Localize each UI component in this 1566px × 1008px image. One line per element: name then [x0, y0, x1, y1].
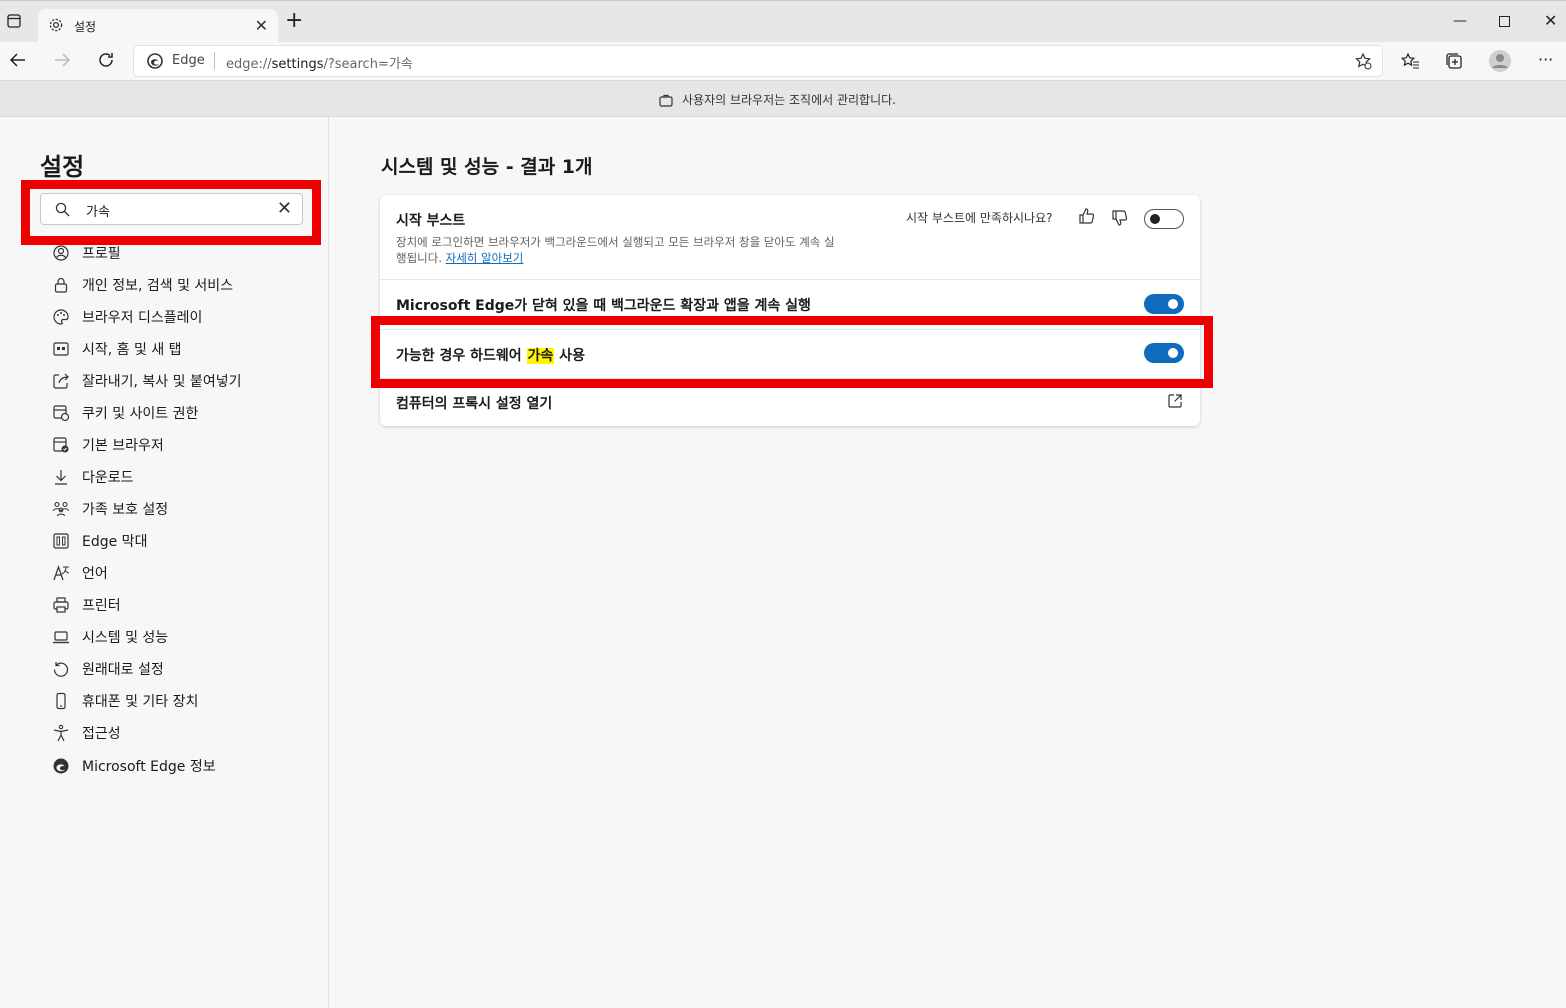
- briefcase-icon: [659, 92, 673, 111]
- sidebar-item-default-browser[interactable]: 기본 브라우저: [52, 433, 312, 457]
- sidebar-item-family[interactable]: 가족 보호 설정: [52, 497, 312, 521]
- thumbs-up-icon[interactable]: [1078, 207, 1096, 229]
- sidebar-item-label: 접근성: [82, 726, 121, 742]
- sidebar-item-label: 가족 보호 설정: [82, 502, 169, 518]
- default-browser-icon: [53, 437, 69, 453]
- edge-bar-icon: [53, 533, 69, 549]
- laptop-icon: [53, 631, 69, 644]
- palette-icon: [53, 309, 69, 325]
- sidebar-item-about[interactable]: Microsoft Edge 정보: [52, 754, 312, 778]
- sidebar-item-label: 시작, 홈 및 새 탭: [82, 342, 182, 358]
- sidebar-item-profile[interactable]: 프로필: [52, 241, 312, 265]
- sidebar-item-edge-bar[interactable]: Edge 막대: [52, 529, 312, 553]
- back-icon[interactable]: [8, 50, 28, 74]
- edge-logo-icon: [147, 53, 163, 73]
- profile-avatar-icon[interactable]: [1488, 49, 1512, 77]
- startup-boost-row: 시작 부스트 장치에 로그인하면 브라우저가 백그라운드에서 실행되고 모든 브…: [380, 195, 1200, 279]
- search-highlight-box: [21, 180, 321, 245]
- managed-notice: 사용자의 브라우저는 조직에서 관리합니다.: [682, 93, 896, 107]
- settings-card: 시작 부스트 장치에 로그인하면 브라우저가 백그라운드에서 실행되고 모든 브…: [380, 195, 1200, 426]
- proxy-label: 컴퓨터의 프록시 설정 열기: [396, 396, 553, 412]
- sidebar-item-label: Edge 막대: [82, 534, 148, 550]
- sidebar-item-label: 개인 정보, 검색 및 서비스: [82, 278, 234, 294]
- cookie-icon: [53, 405, 70, 422]
- sidebar-item-label: Microsoft Edge 정보: [82, 759, 216, 775]
- sidebar-item-start-home[interactable]: 시작, 홈 및 새 탭: [52, 337, 312, 361]
- share-icon: [53, 373, 69, 389]
- language-icon: [53, 565, 70, 581]
- sidebar-item-accessibility[interactable]: 접근성: [52, 721, 312, 745]
- sidebar-item-label: 쿠키 및 사이트 권한: [82, 406, 199, 422]
- reset-icon: [53, 662, 69, 677]
- accessibility-icon: [53, 724, 69, 742]
- edge-logo-icon: [53, 758, 69, 774]
- feedback-prompt: 시작 부스트에 만족하시나요?: [906, 211, 1053, 225]
- window-close-icon[interactable]: ✕: [1544, 11, 1557, 30]
- start-icon: [53, 342, 69, 356]
- address-divider: [214, 52, 215, 70]
- sidebar-item-reset[interactable]: 원래대로 설정: [52, 657, 312, 681]
- sidebar-item-label: 브라우저 디스플레이: [82, 310, 203, 326]
- lock-icon: [54, 277, 68, 293]
- sidebar-item-downloads[interactable]: 다운로드: [52, 465, 312, 489]
- sidebar-item-label: 휴대폰 및 기타 장치: [82, 694, 199, 710]
- sidebar-item-label: 잘라내기, 복사 및 붙여넣기: [82, 374, 242, 390]
- collections-icon[interactable]: [1444, 51, 1464, 75]
- phone-icon: [56, 692, 66, 710]
- favorites-icon[interactable]: [1400, 51, 1420, 75]
- sidebar-item-label: 기본 브라우저: [82, 438, 164, 454]
- thumbs-down-icon[interactable]: [1111, 209, 1129, 231]
- download-icon: [55, 470, 67, 485]
- external-link-icon[interactable]: [1167, 393, 1183, 413]
- managed-banner: 사용자의 브라우저는 조직에서 관리합니다.: [0, 80, 1566, 117]
- page-title: 설정: [40, 153, 85, 181]
- address-brand: Edge: [172, 53, 205, 68]
- sidebar-item-label: 프로필: [82, 246, 121, 262]
- minimize-icon[interactable]: —: [1453, 13, 1467, 29]
- address-url[interactable]: edge://settings/?search=가속: [226, 53, 413, 72]
- sidebar-item-label: 언어: [82, 566, 108, 582]
- startup-boost-description: 장치에 로그인하면 브라우저가 백그라운드에서 실행되고 모든 브라우저 창을 …: [396, 235, 835, 265]
- add-favorite-icon[interactable]: [1354, 52, 1372, 74]
- close-tab-icon[interactable]: ✕: [255, 16, 268, 35]
- sidebar-item-system[interactable]: 시스템 및 성능: [52, 625, 312, 649]
- sidebar-item-cookies[interactable]: 쿠키 및 사이트 권한: [52, 401, 312, 425]
- gear-icon: [48, 17, 64, 37]
- background-apps-toggle[interactable]: [1144, 294, 1184, 314]
- tab-actions-icon[interactable]: [7, 13, 21, 32]
- family-icon: [52, 501, 70, 517]
- startup-boost-label: 시작 부스트: [396, 213, 466, 229]
- printer-icon: [53, 597, 69, 613]
- learn-more-link[interactable]: 자세히 알아보기: [446, 251, 524, 265]
- sidebar-item-languages[interactable]: 언어: [52, 561, 312, 585]
- sidebar-item-share-copy[interactable]: 잘라내기, 복사 및 붙여넣기: [52, 369, 312, 393]
- sidebar-item-printers[interactable]: 프린터: [52, 593, 312, 617]
- forward-icon[interactable]: [52, 50, 72, 74]
- tab-title: 설정: [74, 20, 97, 34]
- startup-boost-toggle[interactable]: [1144, 209, 1184, 229]
- new-tab-icon[interactable]: +: [285, 8, 303, 33]
- sidebar-item-label: 시스템 및 성능: [82, 630, 169, 646]
- tab-settings[interactable]: 설정 ✕: [38, 9, 278, 43]
- address-bar[interactable]: Edge edge://settings/?search=가속: [134, 46, 1382, 76]
- more-menu-icon[interactable]: ···: [1538, 50, 1553, 69]
- refresh-icon[interactable]: [96, 50, 116, 74]
- sidebar-item-privacy[interactable]: 개인 정보, 검색 및 서비스: [52, 273, 312, 297]
- tab-strip: 설정 ✕ + — ✕: [0, 0, 1566, 43]
- sidebar-item-label: 다운로드: [82, 470, 134, 486]
- profile-icon: [53, 245, 69, 261]
- sidebar-item-appearance[interactable]: 브라우저 디스플레이: [52, 305, 312, 329]
- sidebar-item-label: 프린터: [82, 598, 121, 614]
- hardware-acceleration-highlight-box: [371, 316, 1213, 388]
- results-heading: 시스템 및 성능 - 결과 1개: [381, 156, 593, 178]
- maximize-icon[interactable]: [1499, 15, 1510, 31]
- background-apps-label: Microsoft Edge가 닫혀 있을 때 백그라운드 확장과 앱을 계속 …: [396, 298, 811, 314]
- sidebar-item-phone[interactable]: 휴대폰 및 기타 장치: [52, 689, 312, 713]
- sidebar-item-label: 원래대로 설정: [82, 662, 164, 678]
